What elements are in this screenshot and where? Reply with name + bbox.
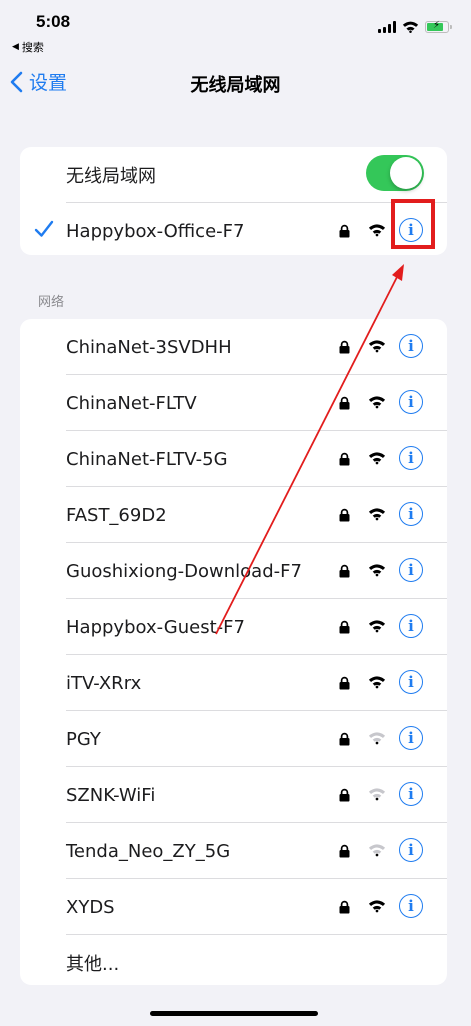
annotation-arrow	[215, 264, 404, 635]
